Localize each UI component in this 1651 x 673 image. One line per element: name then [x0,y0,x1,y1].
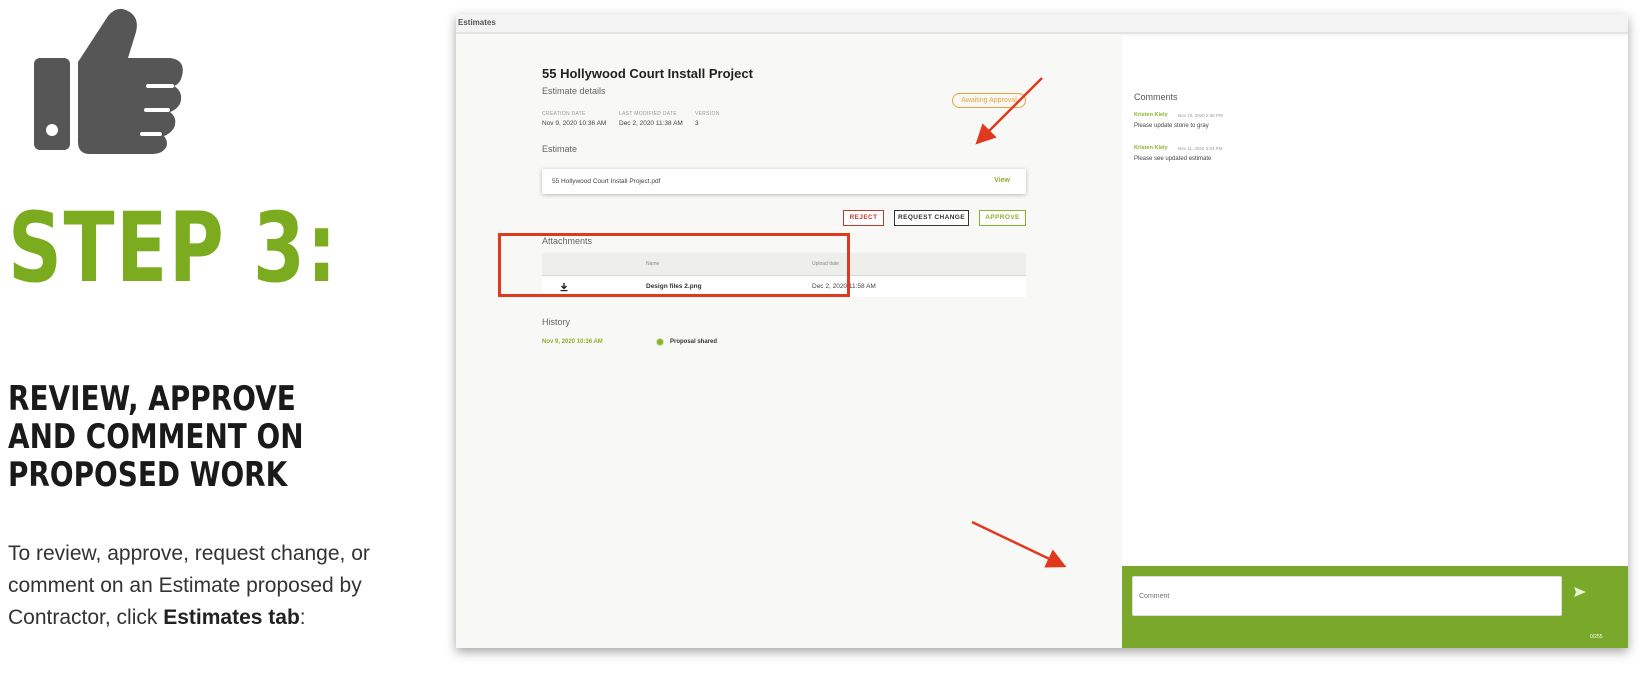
status-badge: Awaiting Approval [952,93,1026,108]
attachments-highlight-box [498,233,850,297]
comment-input[interactable] [1132,576,1562,616]
comment-author: Kristen Kiely [1134,112,1168,118]
creation-date-value: Nov 9, 2020 10:36 AM [542,120,607,127]
history-dot-icon [656,338,664,346]
history-date: Nov 9, 2020 10:36 AM [542,339,603,345]
history-entry: Proposal shared [670,339,718,345]
request-change-button[interactable]: REQUEST CHANGE [894,210,969,226]
project-title: 55 Hollywood Court Install Project [542,66,753,81]
thumbs-up-icon [34,8,183,154]
step-title: STEP 3: [8,192,339,304]
instruction-text: To review, approve, request change, or c… [8,538,438,634]
reject-button[interactable]: REJECT [843,210,884,226]
view-link[interactable]: View [994,177,1010,184]
instruction-suffix: : [299,606,306,629]
app-screenshot: Estimates 55 Hollywood Court Install Pro… [456,14,1628,648]
last-modified-value: Dec 2, 2020 11:38 AM [619,120,683,127]
comment-text: Please update stone to gray [1134,123,1209,129]
comments-panel: Comments Kristen Kiely Nov 10, 2020 2:36… [1122,36,1628,648]
comment-time: Nov 10, 2020 2:36 PM [1178,113,1223,118]
tab-estimates[interactable]: Estimates [456,14,1628,34]
comment-time: Nov 11, 2020 3:04 PM [1178,146,1223,151]
estimate-file-card: 55 Hollywood Court Install Project.pdf V… [542,169,1026,194]
last-modified-label: LAST MODIFIED DATE [619,111,677,117]
version-value: 3 [695,120,699,127]
send-icon[interactable] [1572,584,1588,600]
estimate-main-panel: 55 Hollywood Court Install Project Estim… [456,36,1122,648]
comments-label: Comments [1134,92,1178,102]
estimate-file-name: 55 Hollywood Court Install Project.pdf [552,178,661,185]
approve-button[interactable]: APPROVE [979,210,1026,226]
creation-date-label: CREATION DATE [542,111,586,117]
char-count: 0/255 [1590,634,1603,640]
version-label: VERSION [695,111,720,117]
history-label: History [542,317,571,327]
section-heading: REVIEW, APPROVE AND COMMENT ON PROPOSED … [8,379,304,495]
comment-bar: 0/255 [1122,566,1628,648]
comment-text: Please see updated estimate [1134,156,1212,162]
comment-author: Kristen Kiely [1134,145,1168,151]
instruction-emphasis: Estimates tab [163,606,300,629]
estimate-details-label: Estimate details [542,86,606,96]
estimate-section-label: Estimate [542,144,578,154]
